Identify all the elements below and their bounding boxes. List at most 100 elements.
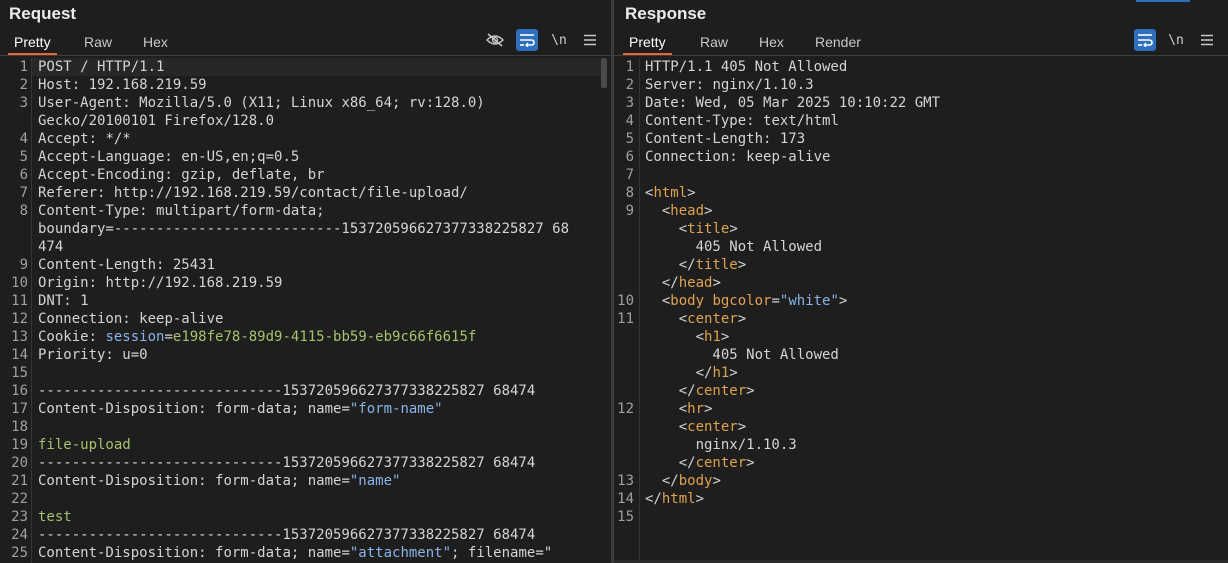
code-line[interactable]: 5 Accept-Language: en-US,en;q=0.5: [0, 148, 611, 166]
code-line[interactable]: 474: [0, 238, 611, 256]
code-line[interactable]: <h1>: [614, 328, 1228, 346]
code-line[interactable]: 12 Connection: keep-alive: [0, 310, 611, 328]
line-number: 4: [625, 113, 634, 129]
line-number: 12: [617, 401, 634, 417]
response-editor[interactable]: 1 HTTP/1.1 405 Not Allowed 2 Server: nginx/…: [614, 58, 1228, 563]
code-token: h1: [712, 365, 730, 381]
code-line[interactable]: nginx/1.10.3: [614, 436, 1228, 454]
code-line[interactable]: 24 -----------------------------153720596…: [0, 526, 611, 544]
request-editor[interactable]: 1 POST / HTTP/1.1 2 Host: 192.168.219.59 3 Us…: [0, 58, 611, 563]
line-number: 10: [617, 293, 634, 309]
hamburger-menu-icon[interactable]: [579, 29, 601, 51]
word-wrap-icon[interactable]: [1134, 29, 1156, 51]
code-line[interactable]: 4 Content-Type: text/html: [614, 112, 1228, 130]
code-token: e198fe78-89d9-4115-bb59-eb9c66f6615f: [172, 329, 477, 345]
code-text: User-Agent: Mozilla/5.0 (X11; Linux x86_…: [38, 94, 485, 112]
newline-toggle-button[interactable]: \n: [548, 29, 570, 51]
request-scrollbar[interactable]: [601, 58, 607, 88]
code-line[interactable]: 2 Host: 192.168.219.59: [0, 76, 611, 94]
code-line[interactable]: <title>: [614, 220, 1228, 238]
code-line[interactable]: 2 Server: nginx/1.10.3: [614, 76, 1228, 94]
word-wrap-icon[interactable]: [516, 29, 538, 51]
response-tab-hex[interactable]: Hex: [753, 33, 790, 55]
code-line[interactable]: 7: [614, 166, 1228, 184]
code-line[interactable]: 3 User-Agent: Mozilla/5.0 (X11; Linux x86…: [0, 94, 611, 112]
code-line[interactable]: 9 <head>: [614, 202, 1228, 220]
code-token: Accept-Language:: [38, 149, 182, 165]
code-line[interactable]: 6 Accept-Encoding: gzip, deflate, br: [0, 166, 611, 184]
response-tab-raw[interactable]: Raw: [694, 33, 734, 55]
code-line[interactable]: 5 Content-Length: 173: [614, 130, 1228, 148]
code-line[interactable]: 16 -----------------------------153720596…: [0, 382, 611, 400]
newline-toggle-button[interactable]: \n: [1165, 29, 1187, 51]
code-line[interactable]: 10 <body bgcolor="white">: [614, 292, 1228, 310]
code-line[interactable]: 14 Priority: u=0: [0, 346, 611, 364]
code-text: Accept: */*: [38, 130, 131, 148]
code-line[interactable]: </head>: [614, 274, 1228, 292]
hamburger-menu-icon[interactable]: [1196, 29, 1218, 51]
code-line[interactable]: <center>: [614, 418, 1228, 436]
code-line[interactable]: 13 Cookie: session=e198fe78-89d9-4115-bb5…: [0, 328, 611, 346]
line-number: 12: [11, 311, 28, 327]
code-text: </body>: [645, 472, 721, 490]
line-number: 6: [19, 167, 28, 183]
code-line[interactable]: 3 Date: Wed, 05 Mar 2025 10:10:22 GMT: [614, 94, 1228, 112]
code-line[interactable]: 22: [0, 490, 611, 508]
code-token: >: [695, 491, 705, 507]
code-line[interactable]: 17 Content-Disposition: form-data; name="…: [0, 400, 611, 418]
code-line[interactable]: 14 </html>: [614, 490, 1228, 508]
code-token: en-US,en;q=0.5: [181, 149, 300, 165]
request-tab-raw[interactable]: Raw: [78, 33, 118, 55]
code-line[interactable]: 7 Referer: http://192.168.219.59/contact/…: [0, 184, 611, 202]
eye-slash-icon[interactable]: [484, 29, 506, 51]
code-line[interactable]: 1 POST / HTTP/1.1: [0, 58, 611, 76]
code-line[interactable]: 15: [0, 364, 611, 382]
code-line[interactable]: </center>: [614, 454, 1228, 472]
code-line[interactable]: 11 DNT: 1: [0, 292, 611, 310]
code-text: </title>: [645, 256, 746, 274]
code-line[interactable]: 405 Not Allowed: [614, 346, 1228, 364]
code-text: <head>: [645, 202, 713, 220]
code-line[interactable]: 13 </body>: [614, 472, 1228, 490]
line-number: 18: [11, 419, 28, 435]
code-token: Wed, 05 Mar 2025 10:10:22 GMT: [695, 95, 941, 111]
line-number: 4: [19, 131, 28, 147]
code-line[interactable]: 21 Content-Disposition: form-data; name="…: [0, 472, 611, 490]
code-line[interactable]: 23 test: [0, 508, 611, 526]
code-line[interactable]: 12 <hr>: [614, 400, 1228, 418]
code-text: Content-Length: 173: [645, 130, 805, 148]
request-tab-pretty[interactable]: Pretty: [8, 33, 57, 55]
code-line[interactable]: 10 Origin: http://192.168.219.59: [0, 274, 611, 292]
code-token: Connection:: [645, 149, 747, 165]
code-line[interactable]: 405 Not Allowed: [614, 238, 1228, 256]
code-line[interactable]: 15: [614, 508, 1228, 526]
response-tab-pretty[interactable]: Pretty: [623, 33, 672, 55]
code-text: DNT: 1: [38, 292, 89, 310]
code-text: file-upload: [38, 436, 131, 454]
line-number: 1: [625, 59, 634, 75]
code-line[interactable]: 19 file-upload: [0, 436, 611, 454]
code-token: -----------------------------15372059662…: [38, 455, 536, 471]
code-line[interactable]: 18: [0, 418, 611, 436]
code-line[interactable]: 11 <center>: [614, 310, 1228, 328]
code-line[interactable]: 8 Content-Type: multipart/form-data;: [0, 202, 611, 220]
code-line[interactable]: 25 Content-Disposition: form-data; name="…: [0, 544, 611, 562]
code-line[interactable]: 9 Content-Length: 25431: [0, 256, 611, 274]
code-line[interactable]: 6 Connection: keep-alive: [614, 148, 1228, 166]
code-line[interactable]: </center>: [614, 382, 1228, 400]
code-line[interactable]: 8 <html>: [614, 184, 1228, 202]
code-line[interactable]: 20 -----------------------------153720596…: [0, 454, 611, 472]
code-line[interactable]: 1 HTTP/1.1 405 Not Allowed: [614, 58, 1228, 76]
code-text: -----------------------------15372059662…: [38, 382, 535, 400]
response-tab-render[interactable]: Render: [809, 33, 867, 55]
code-line[interactable]: Gecko/20100101 Firefox/128.0: [0, 112, 611, 130]
code-line[interactable]: boundary=---------------------------1537…: [0, 220, 611, 238]
code-line[interactable]: </h1>: [614, 364, 1228, 382]
layout-toggle-indicator[interactable]: [1136, 0, 1190, 2]
code-line[interactable]: </title>: [614, 256, 1228, 274]
line-number: 14: [11, 347, 28, 363]
line-number: 9: [19, 257, 28, 273]
code-line[interactable]: 4 Accept: */*: [0, 130, 611, 148]
code-token: "white": [779, 293, 839, 309]
request-tab-hex[interactable]: Hex: [137, 33, 174, 55]
